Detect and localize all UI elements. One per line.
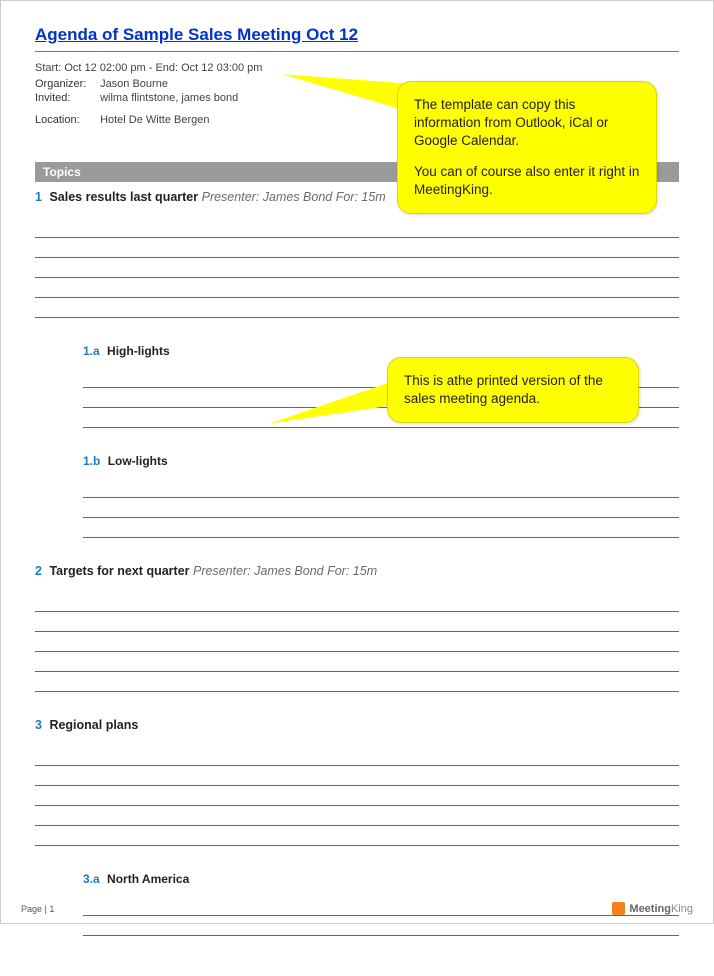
subtopic-row: 1.b Low-lights — [83, 454, 679, 468]
callout-text: This is athe printed version of the sale… — [404, 372, 622, 408]
subtopic-title: High-lights — [107, 344, 170, 358]
subtopic-row: 3.a North America — [83, 872, 679, 886]
subtopic-row: 1.a High-lights — [83, 344, 679, 358]
annotation-callout: The template can copy this information f… — [397, 81, 657, 214]
topic-title: Regional plans — [49, 718, 138, 732]
writing-lines — [35, 746, 679, 846]
callout-text: The template can copy this information f… — [414, 96, 640, 151]
meeting-datetime: Start: Oct 12 02:00 pm - End: Oct 12 03:… — [35, 62, 679, 74]
topic-meta: Presenter: James Bond For: 15m — [193, 564, 377, 578]
writing-lines — [83, 478, 679, 538]
annotation-callout: This is athe printed version of the sale… — [387, 357, 639, 423]
callout-text: You can of course also enter it right in… — [414, 163, 640, 199]
invited-label: Invited: — [35, 92, 97, 104]
subtopic-title: North America — [107, 872, 189, 886]
organizer-label: Organizer: — [35, 78, 97, 90]
page-number: Page | 1 — [21, 904, 54, 914]
topic-title: Sales results last quarter — [49, 190, 198, 204]
topic-row: 2 Targets for next quarter Presenter: Ja… — [35, 564, 679, 578]
title-rule — [35, 51, 679, 52]
brand-text: MeetingKing — [629, 903, 693, 915]
topic-meta: Presenter: James Bond For: 15m — [202, 190, 386, 204]
subtopic-number: 3.a — [83, 872, 100, 886]
location-label: Location: — [35, 114, 97, 126]
document-title: Agenda of Sample Sales Meeting Oct 12 — [35, 25, 679, 51]
topic-number: 3 — [35, 718, 42, 732]
topic-row: 3 Regional plans — [35, 718, 679, 732]
location-value: Hotel De Witte Bergen — [100, 114, 209, 126]
writing-lines — [35, 218, 679, 318]
subtopic-number: 1.b — [83, 454, 100, 468]
subtopic-number: 1.a — [83, 344, 100, 358]
topic-title: Targets for next quarter — [49, 564, 189, 578]
brand-logo: MeetingKing — [612, 902, 693, 915]
organizer-value: Jason Bourne — [100, 78, 168, 90]
topic-number: 1 — [35, 190, 42, 204]
page-footer: Page | 1 MeetingKing — [21, 902, 693, 915]
writing-lines — [35, 592, 679, 692]
subtopic-title: Low-lights — [108, 454, 168, 468]
invited-value: wilma flintstone, james bond — [100, 92, 238, 104]
brand-icon — [612, 902, 625, 915]
topic-number: 2 — [35, 564, 42, 578]
